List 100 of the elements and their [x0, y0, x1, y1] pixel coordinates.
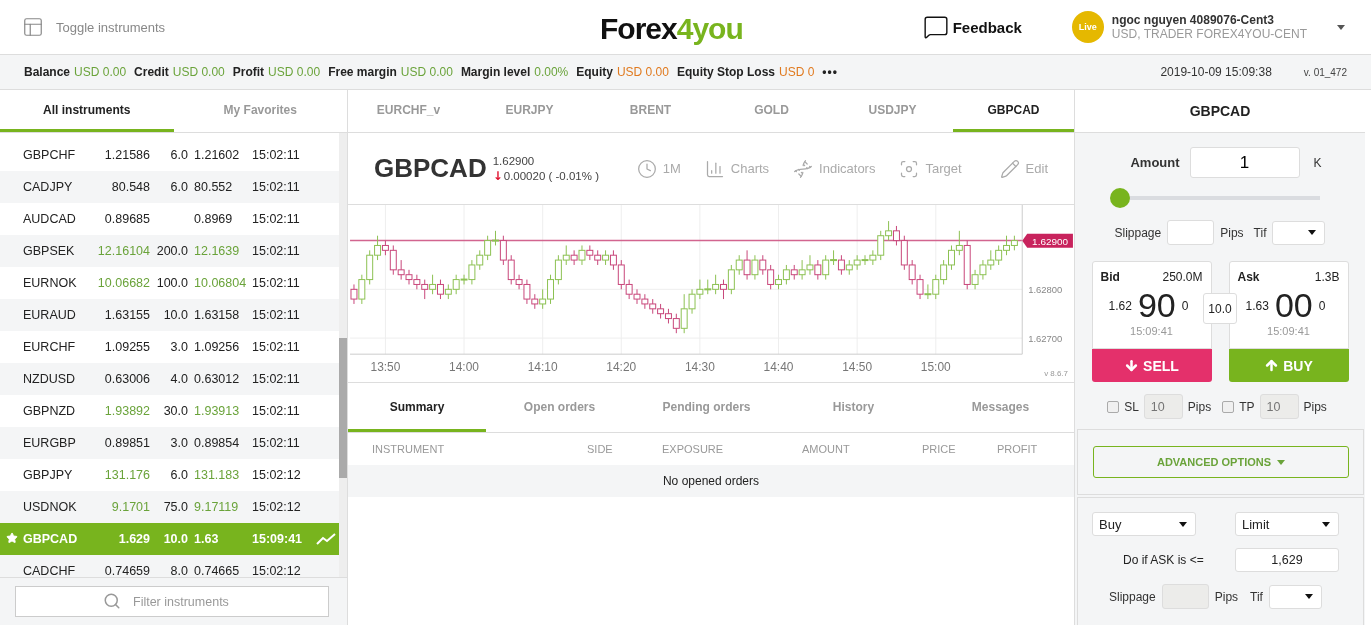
spread-cell-text: 10.0: [162, 532, 188, 546]
down-arrow: ↓: [492, 168, 503, 183]
column-header: AMOUNT: [802, 443, 851, 455]
price-axis-label: 1.62700: [1028, 333, 1063, 345]
quote-symbol: GBPCAD: [374, 153, 487, 184]
spread-cell-text: 10.0: [162, 308, 188, 322]
candlestick: [908, 259, 916, 285]
candlestick: [460, 274, 468, 285]
instrument-row[interactable]: GBPSEK 12.16104 200.0 12.1639 15:02:11: [0, 235, 339, 267]
time-cell-text: 15:02:11: [251, 340, 301, 354]
tif-select[interactable]: [1272, 220, 1326, 245]
account-label: Equity: [576, 65, 613, 79]
candlestick: [625, 279, 633, 300]
instrument-row[interactable]: CADCHF 0.74659 8.0 0.74665 15:02:12: [0, 555, 339, 577]
spread-cell-text: 3.0: [169, 436, 188, 450]
checkbox[interactable]: [1107, 400, 1120, 413]
arrow-down-icon: [1124, 358, 1140, 373]
bid-cell-text: 9.1701: [110, 500, 150, 514]
condition-field[interactable]: 1,629: [1235, 548, 1339, 572]
symbol-cell-text: CADJPY: [23, 180, 74, 194]
candlestick: [609, 249, 617, 271]
filter-field[interactable]: Filter instruments: [15, 586, 329, 617]
candlestick: [806, 254, 814, 276]
caret-icon: [1322, 521, 1330, 527]
sell-button[interactable]: SELL: [1091, 349, 1212, 382]
account-value: 0.00%: [534, 65, 569, 79]
candlestick: [727, 264, 735, 295]
tp-field[interactable]: 10: [1259, 394, 1299, 419]
order-type-select[interactable]: Limit: [1235, 512, 1339, 536]
symbol-cell-text: NZDUSD: [23, 372, 77, 386]
ask-cell-text: 10.06804: [193, 276, 246, 290]
quote-price: 1.62900: [492, 154, 536, 167]
bid-label: Bid: [1100, 270, 1120, 284]
candlestick: [1003, 235, 1010, 256]
column-header: PROFIT: [997, 443, 1039, 455]
trend-line-icon: [316, 533, 336, 545]
ask-cell-text: 12.1639: [193, 244, 241, 258]
candlestick: [751, 254, 759, 281]
dna-icon: [793, 158, 814, 179]
quote-change: 0.00020 ( -0.01% ): [503, 169, 599, 182]
candlestick: [971, 269, 979, 290]
caret-icon: [1308, 230, 1317, 235]
account-label: Margin level: [460, 65, 531, 79]
pips-label: Pips: [1214, 589, 1239, 604]
caret-icon: [1304, 594, 1313, 599]
version-text: v. 01_472: [1303, 66, 1347, 78]
chart-version: v 8.6.7: [1044, 369, 1068, 379]
price-chart[interactable]: 1.62900 1.62800 1.62700 13:50 14:00 14:10 14:20 14:30 14:40 14:50 15:00 v 8.6.7: [348, 205, 1075, 383]
symbol-cell-text: GBPNZD: [23, 404, 77, 418]
spread-cell-text: 3.0: [169, 340, 188, 354]
tp-label: TP: [1239, 399, 1255, 414]
bid-cell-text: 1.629: [117, 532, 150, 546]
scrollbar[interactable]: [339, 133, 347, 577]
spread-cell-text: 200.0: [155, 244, 188, 258]
spread-cell-text: 75.0: [162, 500, 188, 514]
account-label: Equity Stop Loss: [676, 65, 775, 79]
amount-field[interactable]: 1: [1189, 147, 1300, 178]
bid-cell-text: 1.21586: [103, 148, 150, 162]
candlestick: [350, 283, 358, 305]
caret-icon: [1337, 24, 1345, 30]
ask-cell-text: 0.8969: [193, 212, 234, 226]
instrument-row[interactable]: EURAUD 1.63155 10.0 1.63158 15:02:11: [0, 299, 339, 331]
column-header: INSTRUMENT: [372, 443, 446, 455]
instrument-row[interactable]: CADJPY 80.548 6.0 80.552 15:02:11: [0, 171, 339, 203]
time-cell-text: 15:02:12: [251, 500, 302, 514]
ask-cell-text: 1.21602: [193, 148, 241, 162]
slider-handle[interactable]: [1110, 188, 1130, 208]
time-cell-text: 15:02:11: [251, 244, 301, 258]
candlestick: [822, 254, 830, 281]
instrument-row[interactable]: NZDUSD 0.63006 4.0 0.63012 15:02:11: [0, 363, 339, 395]
sl-field[interactable]: 10: [1143, 394, 1183, 419]
account-value: USD 0: [779, 65, 815, 79]
instrument-row[interactable]: USDNOK 9.1701 75.0 9.17119 15:02:12: [0, 491, 339, 523]
slippage-field[interactable]: [1167, 220, 1215, 245]
spread-cell-text: 4.0: [169, 372, 188, 386]
feedback-button[interactable]: Feedback: [922, 14, 1022, 40]
tif-select[interactable]: [1268, 584, 1322, 609]
symbol-cell-text: USDNOK: [23, 500, 78, 514]
pips-label: Pips: [1187, 399, 1212, 414]
side-select[interactable]: Buy: [1092, 512, 1196, 536]
star-icon: [6, 531, 18, 544]
bid-cell-text: 1.09255: [103, 340, 150, 354]
instrument-row[interactable]: EURGBP 0.89851 3.0 0.89854 15:02:11: [0, 427, 339, 459]
symbol-cell-text: EURNOK: [23, 276, 78, 290]
candlestick: [688, 288, 696, 315]
candlestick: [759, 254, 767, 276]
symbol-cell-text: GBPCHF: [23, 148, 77, 162]
account-value: USD 0.00: [74, 65, 127, 79]
time-cell-text: 15:02:11: [251, 372, 301, 386]
account-value: USD 0.00: [616, 65, 669, 79]
candlestick: [641, 293, 649, 310]
more-button[interactable]: •••: [822, 65, 838, 79]
toggle-instruments-button[interactable]: Toggle instruments: [22, 16, 166, 38]
candlestick: [955, 230, 963, 256]
candlestick: [547, 274, 555, 305]
checkbox[interactable]: [1222, 400, 1235, 413]
candlestick: [562, 244, 570, 266]
slippage-field[interactable]: [1161, 584, 1209, 609]
candlestick: [672, 313, 680, 334]
account-label: Credit: [134, 65, 169, 79]
